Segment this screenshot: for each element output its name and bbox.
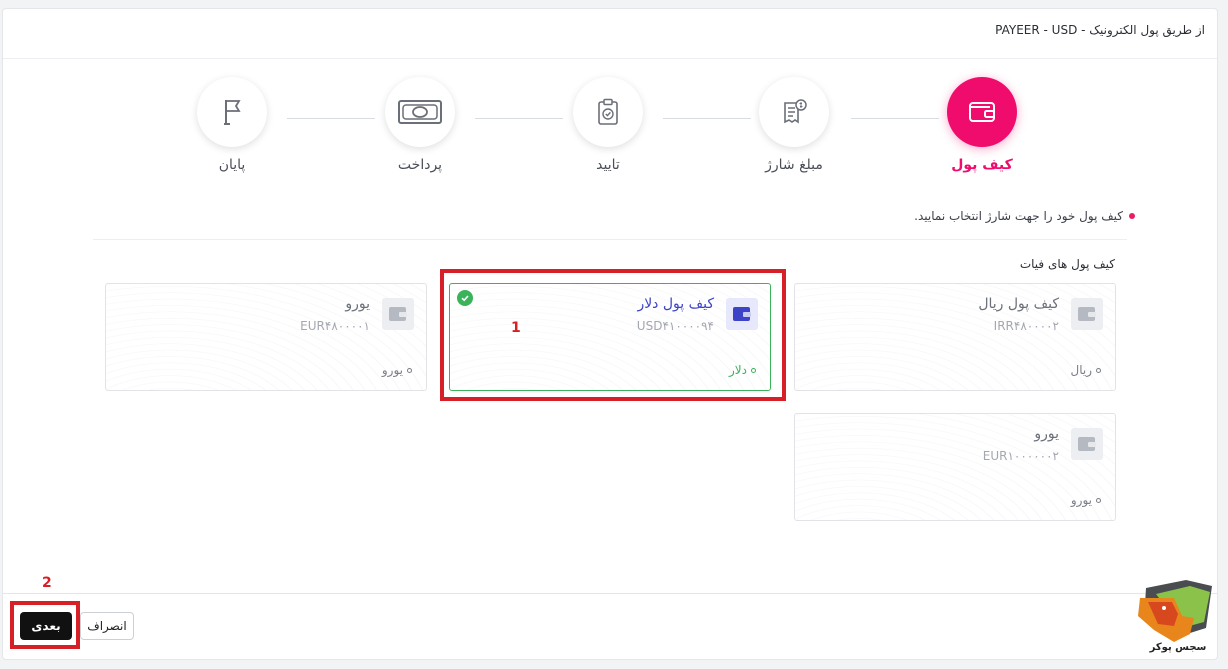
wallet-icon: [382, 298, 414, 330]
page-title: از طریق پول الکترونیک - PAYEER - USD: [995, 23, 1205, 37]
wallet-currency: ریال: [1070, 363, 1101, 377]
wallet-icon: [1071, 428, 1103, 460]
step-connector: [851, 118, 939, 119]
wallet-number: EUR۴۸۰۰۰۰۱: [300, 319, 370, 333]
cancel-button[interactable]: انصراف: [80, 612, 134, 640]
stepper: کیف پول مبلغ شارژ تایید پرداخت پایان: [3, 77, 1217, 187]
bullet-dot: [1129, 213, 1135, 219]
wallet-currency: یورو: [382, 363, 412, 377]
annotation-number: 2: [42, 575, 52, 591]
wallet-name: یورو: [345, 296, 370, 312]
clipboard-check-icon: [573, 77, 643, 147]
step-connector: [663, 118, 751, 119]
wallet-card-eur[interactable]: یورو EUR۱۰۰۰۰۰۰۲ یورو: [794, 413, 1116, 521]
step-connector: [475, 118, 563, 119]
brand-logo: سجس پوکر: [1134, 576, 1220, 662]
logo-text: سجس پوکر: [1149, 642, 1207, 653]
wallet-name: یورو: [1034, 426, 1059, 442]
footer-divider: [3, 593, 1217, 594]
annotation-number: 1: [511, 320, 521, 336]
divider: [93, 239, 1127, 240]
step-label: مبلغ شارژ: [765, 157, 823, 173]
instruction-label: کیف پول خود را جهت شارژ انتخاب نمایید.: [914, 209, 1123, 223]
instruction-text: کیف پول خود را جهت شارژ انتخاب نمایید.: [914, 209, 1135, 223]
next-button[interactable]: بعدی: [20, 612, 72, 640]
wallet-card-eur[interactable]: یورو EUR۴۸۰۰۰۰۱ یورو: [105, 283, 427, 391]
step-label: کیف پول: [951, 157, 1013, 173]
wallet-icon: [1071, 298, 1103, 330]
step-amount: مبلغ شارژ: [754, 77, 834, 173]
wallet-icon: [947, 77, 1017, 147]
wallet-currency: یورو: [1071, 493, 1101, 507]
step-finish: پایان: [192, 77, 272, 173]
step-confirm: تایید: [568, 77, 648, 173]
banknote-icon: [385, 77, 455, 147]
step-label: پرداخت: [397, 157, 443, 173]
flag-icon: [197, 77, 267, 147]
wallet-number: IRR۴۸۰۰۰۰۲: [993, 319, 1059, 333]
wallet-name: کیف پول ریال: [978, 296, 1059, 312]
step-label: پایان: [218, 157, 246, 173]
annotation-box-selected-card: [440, 269, 786, 401]
step-payment: پرداخت: [380, 77, 460, 173]
invoice-icon: [759, 77, 829, 147]
page-header: از طریق پول الکترونیک - PAYEER - USD: [3, 9, 1217, 59]
wallet-number: EUR۱۰۰۰۰۰۰۲: [982, 449, 1059, 463]
step-connector: [287, 118, 375, 119]
section-title: کیف پول های فیات: [1019, 257, 1115, 271]
wallet-card-irr[interactable]: کیف پول ریال IRR۴۸۰۰۰۰۲ ریال: [794, 283, 1116, 391]
step-label: تایید: [596, 157, 620, 173]
logo-emblem-icon: [1138, 580, 1212, 642]
step-wallet: کیف پول: [942, 77, 1022, 173]
